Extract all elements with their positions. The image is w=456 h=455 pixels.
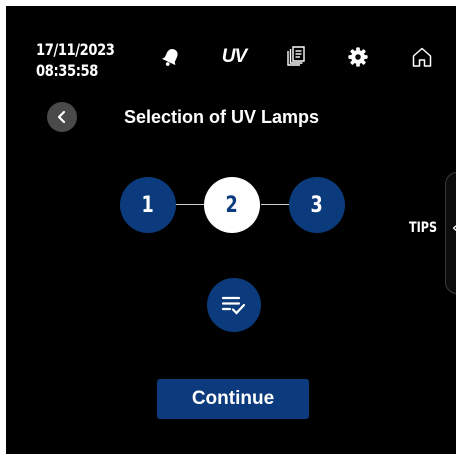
step-label: 3 [310, 192, 324, 218]
continue-button[interactable]: Continue [157, 379, 309, 419]
bell-icon[interactable] [156, 42, 186, 72]
back-button[interactable] [47, 102, 77, 132]
checklist-button[interactable] [207, 278, 261, 332]
double-chevron-left-icon: « [452, 221, 456, 236]
time-text: 08:35:58 [36, 61, 98, 80]
step-3[interactable]: 3 [289, 177, 345, 233]
chevron-left-icon [57, 110, 66, 124]
tips-label: TIPS [409, 220, 438, 236]
step-label: 2 [225, 192, 239, 218]
app-screen: 17/11/2023 08:35:58 UV Selection of UV L… [6, 6, 456, 454]
step-label: 1 [141, 192, 155, 218]
tips-toggle[interactable]: TIPS « [409, 220, 456, 236]
documents-icon[interactable] [281, 42, 311, 72]
date-text: 17/11/2023 [36, 40, 115, 59]
uv-label: UV [221, 46, 247, 67]
checklist-icon [221, 296, 246, 315]
gear-icon[interactable] [343, 42, 373, 72]
datetime-display: 17/11/2023 08:35:58 [36, 39, 115, 81]
step-connector [173, 204, 206, 205]
uv-icon[interactable]: UV [217, 42, 251, 72]
step-2[interactable]: 2 [204, 177, 260, 233]
step-1[interactable]: 1 [120, 177, 176, 233]
home-icon[interactable] [407, 42, 437, 72]
page-title: Selection of UV Lamps [124, 107, 320, 127]
